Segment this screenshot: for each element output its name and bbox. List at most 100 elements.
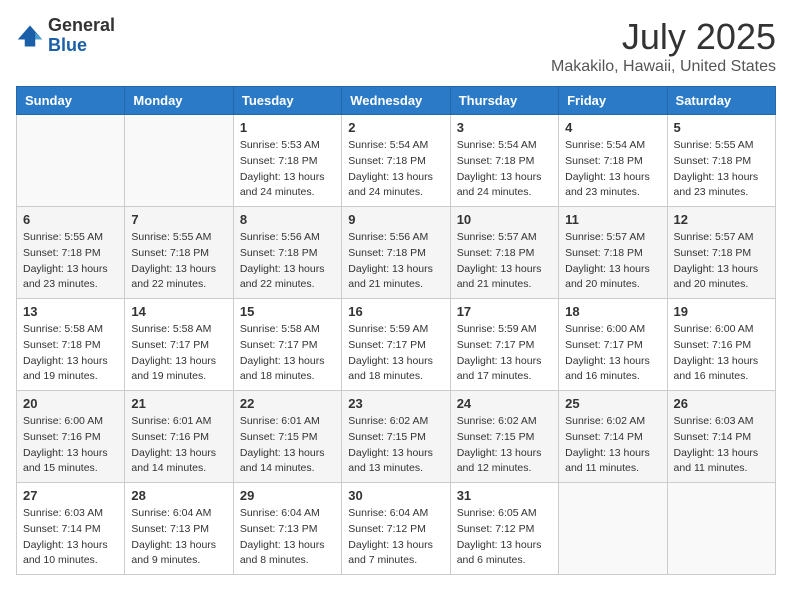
day-number: 18 — [565, 304, 660, 319]
day-number: 22 — [240, 396, 335, 411]
calendar-cell: 24Sunrise: 6:02 AMSunset: 7:15 PMDayligh… — [450, 391, 558, 483]
day-number: 26 — [674, 396, 769, 411]
day-number: 7 — [131, 212, 226, 227]
day-info: Sunrise: 6:04 AMSunset: 7:13 PMDaylight:… — [131, 506, 226, 569]
day-number: 20 — [23, 396, 118, 411]
day-info: Sunrise: 5:54 AMSunset: 7:18 PMDaylight:… — [457, 138, 552, 201]
day-info: Sunrise: 5:55 AMSunset: 7:18 PMDaylight:… — [23, 230, 118, 293]
calendar-cell: 25Sunrise: 6:02 AMSunset: 7:14 PMDayligh… — [559, 391, 667, 483]
day-number: 12 — [674, 212, 769, 227]
calendar-cell: 22 Sunrise: 6:01 AMSunset: 7:15 PMDayligh… — [233, 391, 341, 483]
day-info: Sunrise: 6:04 AMSunset: 7:13 PMDaylight:… — [240, 506, 335, 569]
calendar-cell: 18Sunrise: 6:00 AMSunset: 7:17 PMDayligh… — [559, 299, 667, 391]
day-info: Sunrise: 6:03 AMSunset: 7:14 PMDaylight:… — [674, 414, 769, 477]
day-number: 29 — [240, 488, 335, 503]
calendar-cell — [17, 115, 125, 207]
calendar-cell: 23Sunrise: 6:02 AMSunset: 7:15 PMDayligh… — [342, 391, 450, 483]
calendar-cell: 26 Sunrise: 6:03 AMSunset: 7:14 PMDayligh… — [667, 391, 775, 483]
calendar-cell: 16 Sunrise: 5:59 AMSunset: 7:17 PMDayligh… — [342, 299, 450, 391]
day-info: Sunrise: 6:00 AMSunset: 7:16 PMDaylight:… — [674, 322, 769, 385]
day-info: Sunrise: 6:01 AMSunset: 7:15 PMDaylight:… — [240, 414, 335, 477]
calendar-week-row: 27Sunrise: 6:03 AMSunset: 7:14 PMDayligh… — [17, 483, 776, 575]
calendar-cell: 13 Sunrise: 5:58 AMSunset: 7:18 PMDayligh… — [17, 299, 125, 391]
calendar-cell: 3 Sunrise: 5:54 AMSunset: 7:18 PMDaylight… — [450, 115, 558, 207]
calendar-cell: 11Sunrise: 5:57 AMSunset: 7:18 PMDayligh… — [559, 207, 667, 299]
day-info: Sunrise: 5:53 AMSunset: 7:18 PMDaylight:… — [240, 138, 335, 201]
calendar-cell: 21Sunrise: 6:01 AMSunset: 7:16 PMDayligh… — [125, 391, 233, 483]
day-info: Sunrise: 5:57 AMSunset: 7:18 PMDaylight:… — [457, 230, 552, 293]
day-info: Sunrise: 5:58 AMSunset: 7:17 PMDaylight:… — [131, 322, 226, 385]
day-number: 25 — [565, 396, 660, 411]
day-number: 14 — [131, 304, 226, 319]
calendar-cell: 2 Sunrise: 5:54 AMSunset: 7:18 PMDaylight… — [342, 115, 450, 207]
calendar-cell: 7 Sunrise: 5:55 AMSunset: 7:18 PMDaylight… — [125, 207, 233, 299]
weekday-header-tuesday: Tuesday — [233, 87, 341, 115]
day-number: 13 — [23, 304, 118, 319]
day-info: Sunrise: 5:56 AMSunset: 7:18 PMDaylight:… — [240, 230, 335, 293]
day-number: 23 — [348, 396, 443, 411]
day-number: 4 — [565, 120, 660, 135]
calendar-week-row: 6 Sunrise: 5:55 AMSunset: 7:18 PMDaylight… — [17, 207, 776, 299]
calendar-cell: 28 Sunrise: 6:04 AMSunset: 7:13 PMDayligh… — [125, 483, 233, 575]
day-info: Sunrise: 5:54 AMSunset: 7:18 PMDaylight:… — [348, 138, 443, 201]
day-number: 6 — [23, 212, 118, 227]
calendar-cell: 31 Sunrise: 6:05 AMSunset: 7:12 PMDayligh… — [450, 483, 558, 575]
weekday-header-monday: Monday — [125, 87, 233, 115]
weekday-header-wednesday: Wednesday — [342, 87, 450, 115]
day-number: 8 — [240, 212, 335, 227]
day-info: Sunrise: 5:57 AMSunset: 7:18 PMDaylight:… — [674, 230, 769, 293]
calendar-cell: 29 Sunrise: 6:04 AMSunset: 7:13 PMDayligh… — [233, 483, 341, 575]
day-number: 28 — [131, 488, 226, 503]
day-number: 16 — [348, 304, 443, 319]
logo-icon — [16, 22, 44, 50]
calendar-cell: 6 Sunrise: 5:55 AMSunset: 7:18 PMDaylight… — [17, 207, 125, 299]
day-number: 30 — [348, 488, 443, 503]
weekday-header-sunday: Sunday — [17, 87, 125, 115]
calendar-week-row: 1 Sunrise: 5:53 AMSunset: 7:18 PMDaylight… — [17, 115, 776, 207]
title-area: July 2025 Makakilo, Hawaii, United State… — [551, 16, 776, 76]
calendar-cell: 14 Sunrise: 5:58 AMSunset: 7:17 PMDayligh… — [125, 299, 233, 391]
day-number: 17 — [457, 304, 552, 319]
weekday-header-friday: Friday — [559, 87, 667, 115]
day-number: 3 — [457, 120, 552, 135]
calendar-cell: 1 Sunrise: 5:53 AMSunset: 7:18 PMDaylight… — [233, 115, 341, 207]
calendar-cell: 12 Sunrise: 5:57 AMSunset: 7:18 PMDayligh… — [667, 207, 775, 299]
day-number: 15 — [240, 304, 335, 319]
calendar-cell: 15 Sunrise: 5:58 AMSunset: 7:17 PMDayligh… — [233, 299, 341, 391]
calendar-cell: 19 Sunrise: 6:00 AMSunset: 7:16 PMDayligh… — [667, 299, 775, 391]
day-info: Sunrise: 5:54 AMSunset: 7:18 PMDaylight:… — [565, 138, 660, 201]
calendar-cell: 4 Sunrise: 5:54 AMSunset: 7:18 PMDaylight… — [559, 115, 667, 207]
day-number: 1 — [240, 120, 335, 135]
calendar-cell: 27Sunrise: 6:03 AMSunset: 7:14 PMDayligh… — [17, 483, 125, 575]
day-info: Sunrise: 5:58 AMSunset: 7:17 PMDaylight:… — [240, 322, 335, 385]
day-info: Sunrise: 5:55 AMSunset: 7:18 PMDaylight:… — [674, 138, 769, 201]
weekday-header-thursday: Thursday — [450, 87, 558, 115]
logo-text: General Blue — [48, 16, 115, 56]
calendar-cell: 20 Sunrise: 6:00 AMSunset: 7:16 PMDayligh… — [17, 391, 125, 483]
day-number: 21 — [131, 396, 226, 411]
calendar-cell: 5Sunrise: 5:55 AMSunset: 7:18 PMDaylight… — [667, 115, 775, 207]
calendar-cell — [125, 115, 233, 207]
header-area: General Blue July 2025 Makakilo, Hawaii,… — [16, 16, 776, 76]
weekday-header-row: SundayMondayTuesdayWednesdayThursdayFrid… — [17, 87, 776, 115]
main-title: July 2025 — [551, 16, 776, 58]
day-number: 27 — [23, 488, 118, 503]
day-number: 19 — [674, 304, 769, 319]
day-info: Sunrise: 5:55 AMSunset: 7:18 PMDaylight:… — [131, 230, 226, 293]
logo: General Blue — [16, 16, 115, 56]
day-info: Sunrise: 5:56 AMSunset: 7:18 PMDaylight:… — [348, 230, 443, 293]
day-info: Sunrise: 6:05 AMSunset: 7:12 PMDaylight:… — [457, 506, 552, 569]
calendar-week-row: 13 Sunrise: 5:58 AMSunset: 7:18 PMDayligh… — [17, 299, 776, 391]
day-info: Sunrise: 5:59 AMSunset: 7:17 PMDaylight:… — [348, 322, 443, 385]
calendar-cell: 9Sunrise: 5:56 AMSunset: 7:18 PMDaylight… — [342, 207, 450, 299]
day-info: Sunrise: 5:58 AMSunset: 7:18 PMDaylight:… — [23, 322, 118, 385]
day-number: 31 — [457, 488, 552, 503]
calendar-cell — [667, 483, 775, 575]
day-info: Sunrise: 5:57 AMSunset: 7:18 PMDaylight:… — [565, 230, 660, 293]
day-info: Sunrise: 6:00 AMSunset: 7:16 PMDaylight:… — [23, 414, 118, 477]
day-number: 24 — [457, 396, 552, 411]
calendar-week-row: 20 Sunrise: 6:00 AMSunset: 7:16 PMDayligh… — [17, 391, 776, 483]
day-number: 2 — [348, 120, 443, 135]
calendar-cell — [559, 483, 667, 575]
day-number: 10 — [457, 212, 552, 227]
